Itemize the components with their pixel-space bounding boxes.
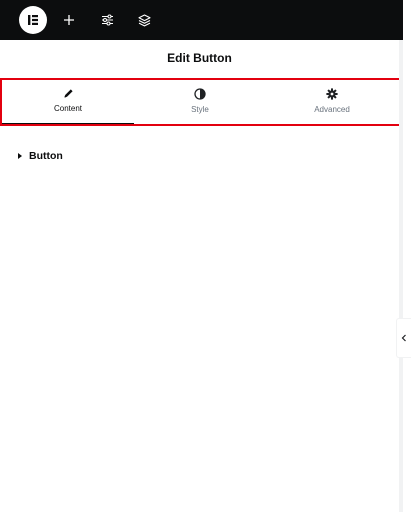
tab-content-label: Content <box>53 104 83 113</box>
layers-icon <box>137 13 151 26</box>
structure-button[interactable] <box>134 10 154 30</box>
collapse-panel-button[interactable] <box>396 318 411 358</box>
plus-icon <box>64 15 74 25</box>
editor-panel: Edit Button Content Style Advanced Butto… <box>0 40 400 512</box>
tab-content[interactable]: Content <box>2 79 134 125</box>
editor-topbar <box>0 0 403 40</box>
sliders-icon <box>101 14 113 26</box>
pencil-icon <box>64 89 73 98</box>
tab-advanced-label: Advanced <box>314 105 350 114</box>
gear-icon <box>326 88 338 100</box>
section-button-label: Button <box>29 150 63 162</box>
tab-style[interactable]: Style <box>134 79 266 125</box>
add-element-button[interactable] <box>59 10 79 30</box>
preview-edge <box>403 0 418 512</box>
panel-tabs: Content Style Advanced <box>2 79 408 125</box>
tab-style-label: Style <box>191 105 209 114</box>
site-settings-button[interactable] <box>97 10 117 30</box>
half-circle-icon <box>194 88 206 100</box>
elementor-logo-icon[interactable] <box>19 6 47 34</box>
tab-advanced[interactable]: Advanced <box>266 79 398 125</box>
caret-right-icon <box>18 153 22 159</box>
chevron-left-icon <box>401 334 406 342</box>
section-button[interactable]: Button <box>18 150 63 162</box>
panel-title: Edit Button <box>167 51 232 65</box>
